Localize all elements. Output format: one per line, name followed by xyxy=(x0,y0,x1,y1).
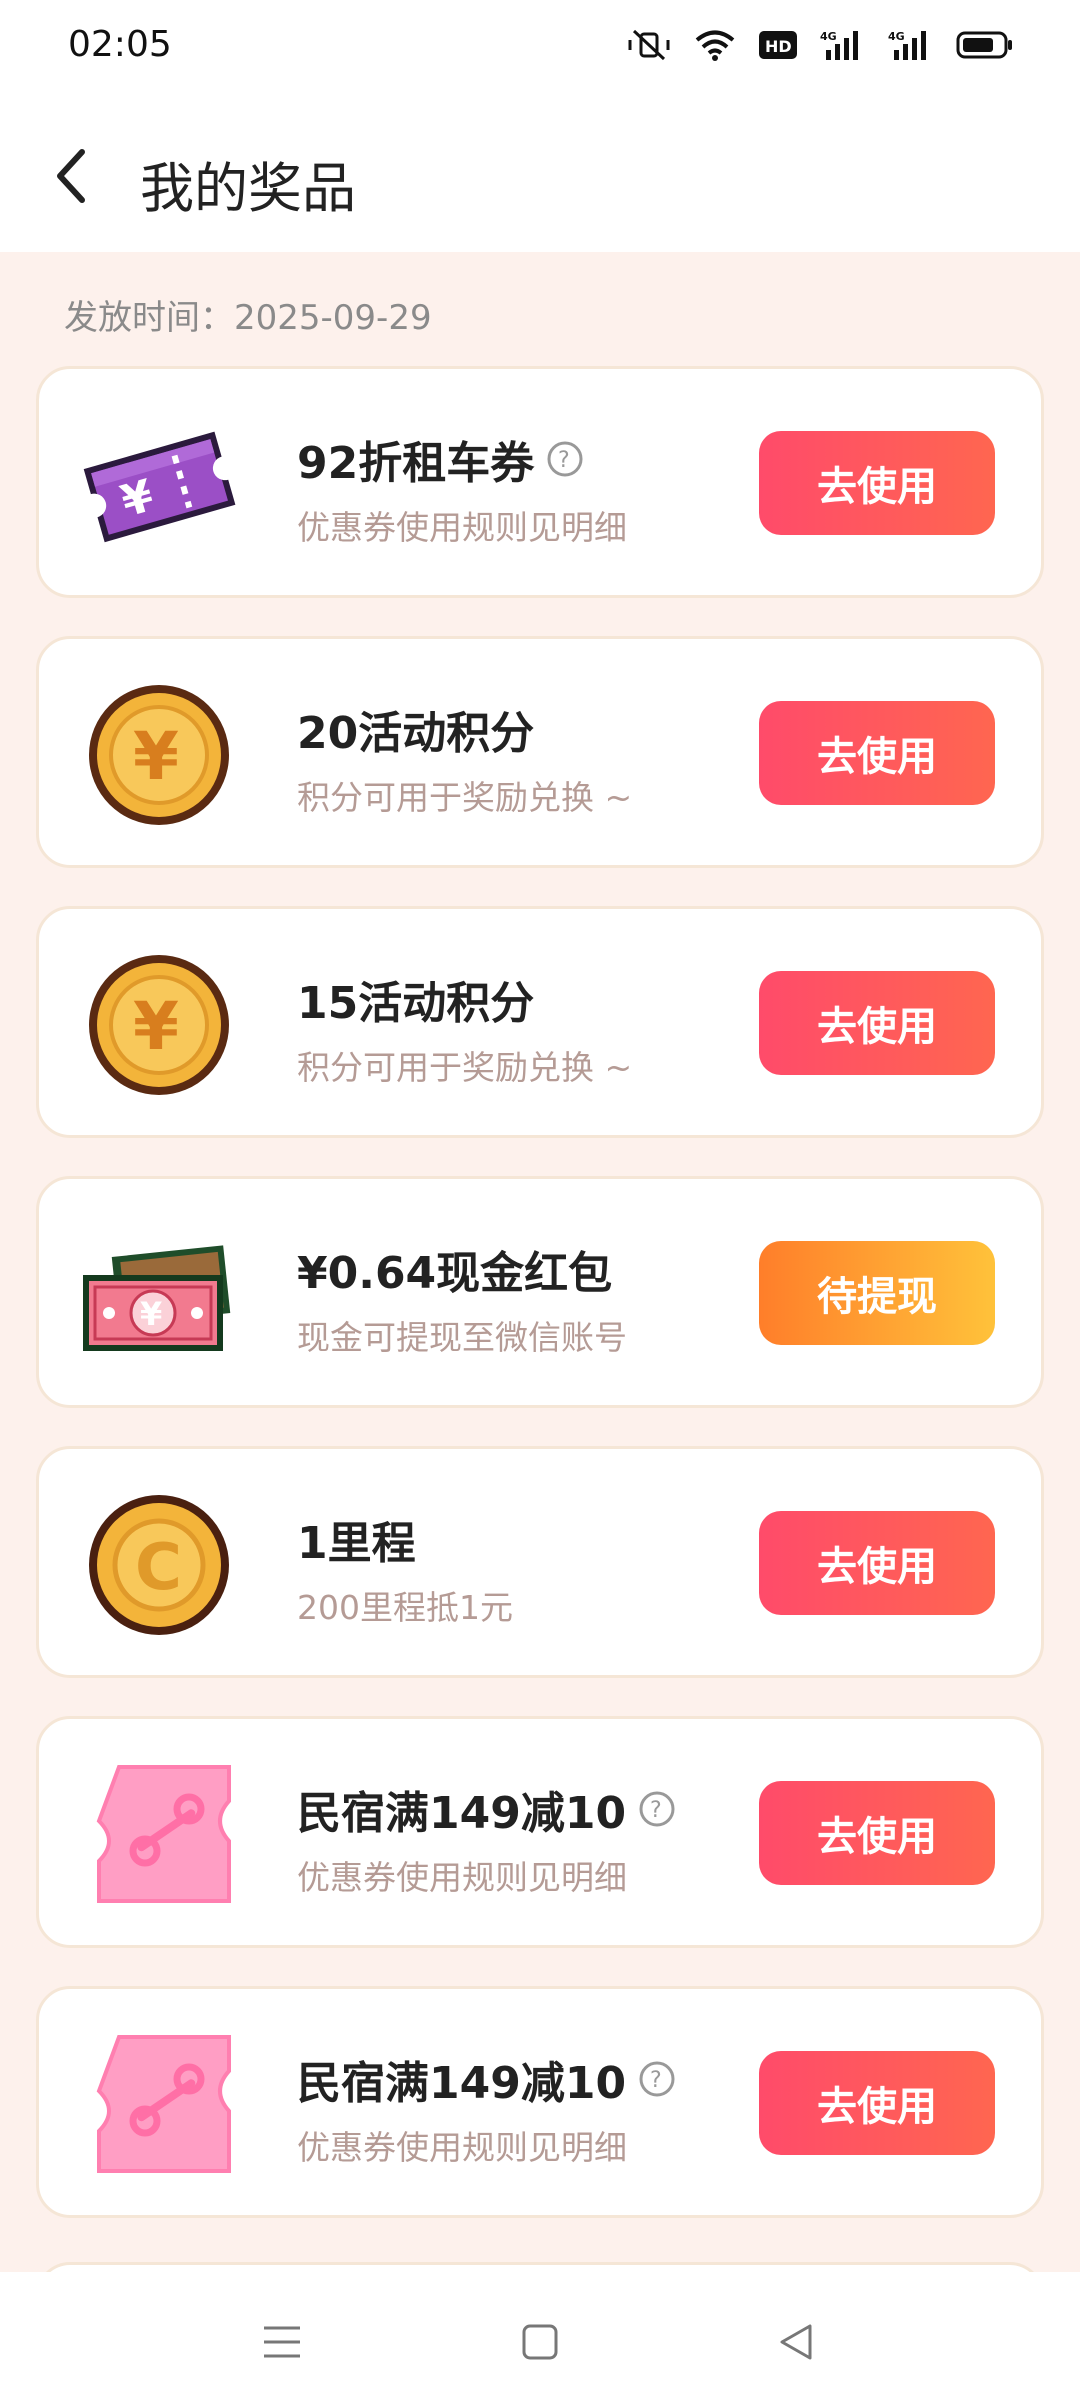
svg-text:4G: 4G xyxy=(820,30,837,43)
prize-title-row: 民宿满149减10 ? xyxy=(297,2047,676,2111)
discount-ticket-icon xyxy=(79,1761,239,1909)
prize-subtitle: 优惠券使用规则见明细 xyxy=(297,1858,627,1897)
svg-text:?: ? xyxy=(650,2068,662,2093)
mute-vibrate-icon xyxy=(628,29,670,61)
wifi-icon xyxy=(695,30,735,61)
svg-text:?: ? xyxy=(558,448,570,473)
use-button[interactable]: 去使用 xyxy=(759,1781,995,1885)
prize-title: 20活动积分 xyxy=(297,708,535,759)
svg-text:¥: ¥ xyxy=(133,718,179,795)
back-button[interactable] xyxy=(36,140,108,212)
prize-card: ¥ 92折租车券 ? 优惠券使用规则见明细 去使用 xyxy=(36,366,1044,598)
svg-text:C: C xyxy=(135,1531,182,1605)
status-icons: HD 4G 4G xyxy=(626,28,1014,62)
prize-title: 15活动积分 xyxy=(297,978,535,1029)
prize-title-row: ¥0.64现金红包 xyxy=(297,1237,612,1301)
status-time: 02:05 xyxy=(68,24,172,65)
prize-title: 民宿满149减10 xyxy=(297,1788,627,1839)
svg-text:4G: 4G xyxy=(888,30,905,43)
prize-title: 92折租车券 xyxy=(297,438,535,489)
home-button[interactable] xyxy=(510,2312,570,2372)
help-icon[interactable]: ? xyxy=(638,1790,676,1828)
back-nav-button[interactable] xyxy=(766,2312,826,2372)
hd-icon: HD xyxy=(759,31,797,59)
coin-icon: ¥ xyxy=(79,951,239,1099)
prize-title: 民宿满149减10 xyxy=(297,2058,627,2109)
mileage-coin-icon: C xyxy=(79,1491,239,1639)
rental-coupon-icon: ¥ xyxy=(79,411,239,559)
prize-card: C 1里程 200里程抵1元 去使用 xyxy=(36,1446,1044,1678)
cash-icon: ¥ xyxy=(79,1221,239,1369)
status-bar: 02:05 HD 4G 4G xyxy=(0,0,1080,100)
coin-icon: ¥ xyxy=(79,681,239,829)
prize-subtitle: 积分可用于奖励兑换 ~ xyxy=(297,778,633,817)
svg-text:HD: HD xyxy=(765,37,792,56)
use-button[interactable]: 去使用 xyxy=(759,701,995,805)
svg-text:¥: ¥ xyxy=(140,1295,162,1333)
withdraw-button[interactable]: 待提现 xyxy=(759,1241,995,1345)
use-button[interactable]: 去使用 xyxy=(759,971,995,1075)
help-icon[interactable]: ? xyxy=(546,440,584,478)
svg-text:¥: ¥ xyxy=(133,988,179,1065)
prize-subtitle: 优惠券使用规则见明细 xyxy=(297,508,627,547)
prize-title-row: 92折租车券 ? xyxy=(297,427,584,491)
prize-title-row: 20活动积分 xyxy=(297,697,534,761)
use-button[interactable]: 去使用 xyxy=(759,431,995,535)
use-button[interactable]: 去使用 xyxy=(759,2051,995,2155)
prize-title: ¥0.64现金红包 xyxy=(297,1248,613,1299)
prize-title: 1里程 xyxy=(297,1518,416,1569)
signal-4g-icon: 4G xyxy=(820,30,858,60)
prize-card: ¥ 20活动积分 积分可用于奖励兑换 ~ 去使用 xyxy=(36,636,1044,868)
prize-card: 民宿满149减10 ? 优惠券使用规则见明细 去使用 xyxy=(36,1986,1044,2218)
prize-subtitle: 优惠券使用规则见明细 xyxy=(297,2128,627,2167)
menu-button[interactable] xyxy=(252,2312,312,2372)
prize-card: ¥ 15活动积分 积分可用于奖励兑换 ~ 去使用 xyxy=(36,906,1044,1138)
prize-card: 民宿满149减10 ? 优惠券使用规则见明细 去使用 xyxy=(36,1716,1044,1948)
prize-subtitle: 现金可提现至微信账号 xyxy=(297,1318,627,1357)
svg-text:?: ? xyxy=(650,1798,662,1823)
signal-4g-icon-2: 4G xyxy=(888,30,926,60)
battery-icon xyxy=(956,31,1012,59)
back-triangle-icon xyxy=(780,2324,812,2360)
prize-card: ¥ ¥0.64现金红包 现金可提现至微信账号 待提现 xyxy=(36,1176,1044,1408)
page-title: 我的奖品 xyxy=(140,157,356,220)
prize-list: ¥ 92折租车券 ? 优惠券使用规则见明细 去使用 ¥ 20活动积分 积分可用于… xyxy=(36,366,1044,2256)
prize-subtitle: 积分可用于奖励兑换 ~ xyxy=(297,1048,633,1087)
use-button[interactable]: 去使用 xyxy=(759,1511,995,1615)
prize-title-row: 民宿满149减10 ? xyxy=(297,1777,676,1841)
prize-title-row: 15活动积分 xyxy=(297,967,534,1031)
issue-date: 发放时间：2025-09-29 xyxy=(64,298,432,338)
home-square-icon xyxy=(522,2324,558,2360)
prize-title-row: 1里程 xyxy=(297,1507,416,1571)
discount-ticket-icon xyxy=(79,2031,239,2179)
system-nav-bar xyxy=(0,2272,1080,2400)
menu-icon xyxy=(264,2326,300,2358)
help-icon[interactable]: ? xyxy=(638,2060,676,2098)
back-arrow-icon xyxy=(57,149,85,203)
prize-subtitle: 200里程抵1元 xyxy=(297,1588,513,1627)
header: 我的奖品 xyxy=(0,100,1080,252)
